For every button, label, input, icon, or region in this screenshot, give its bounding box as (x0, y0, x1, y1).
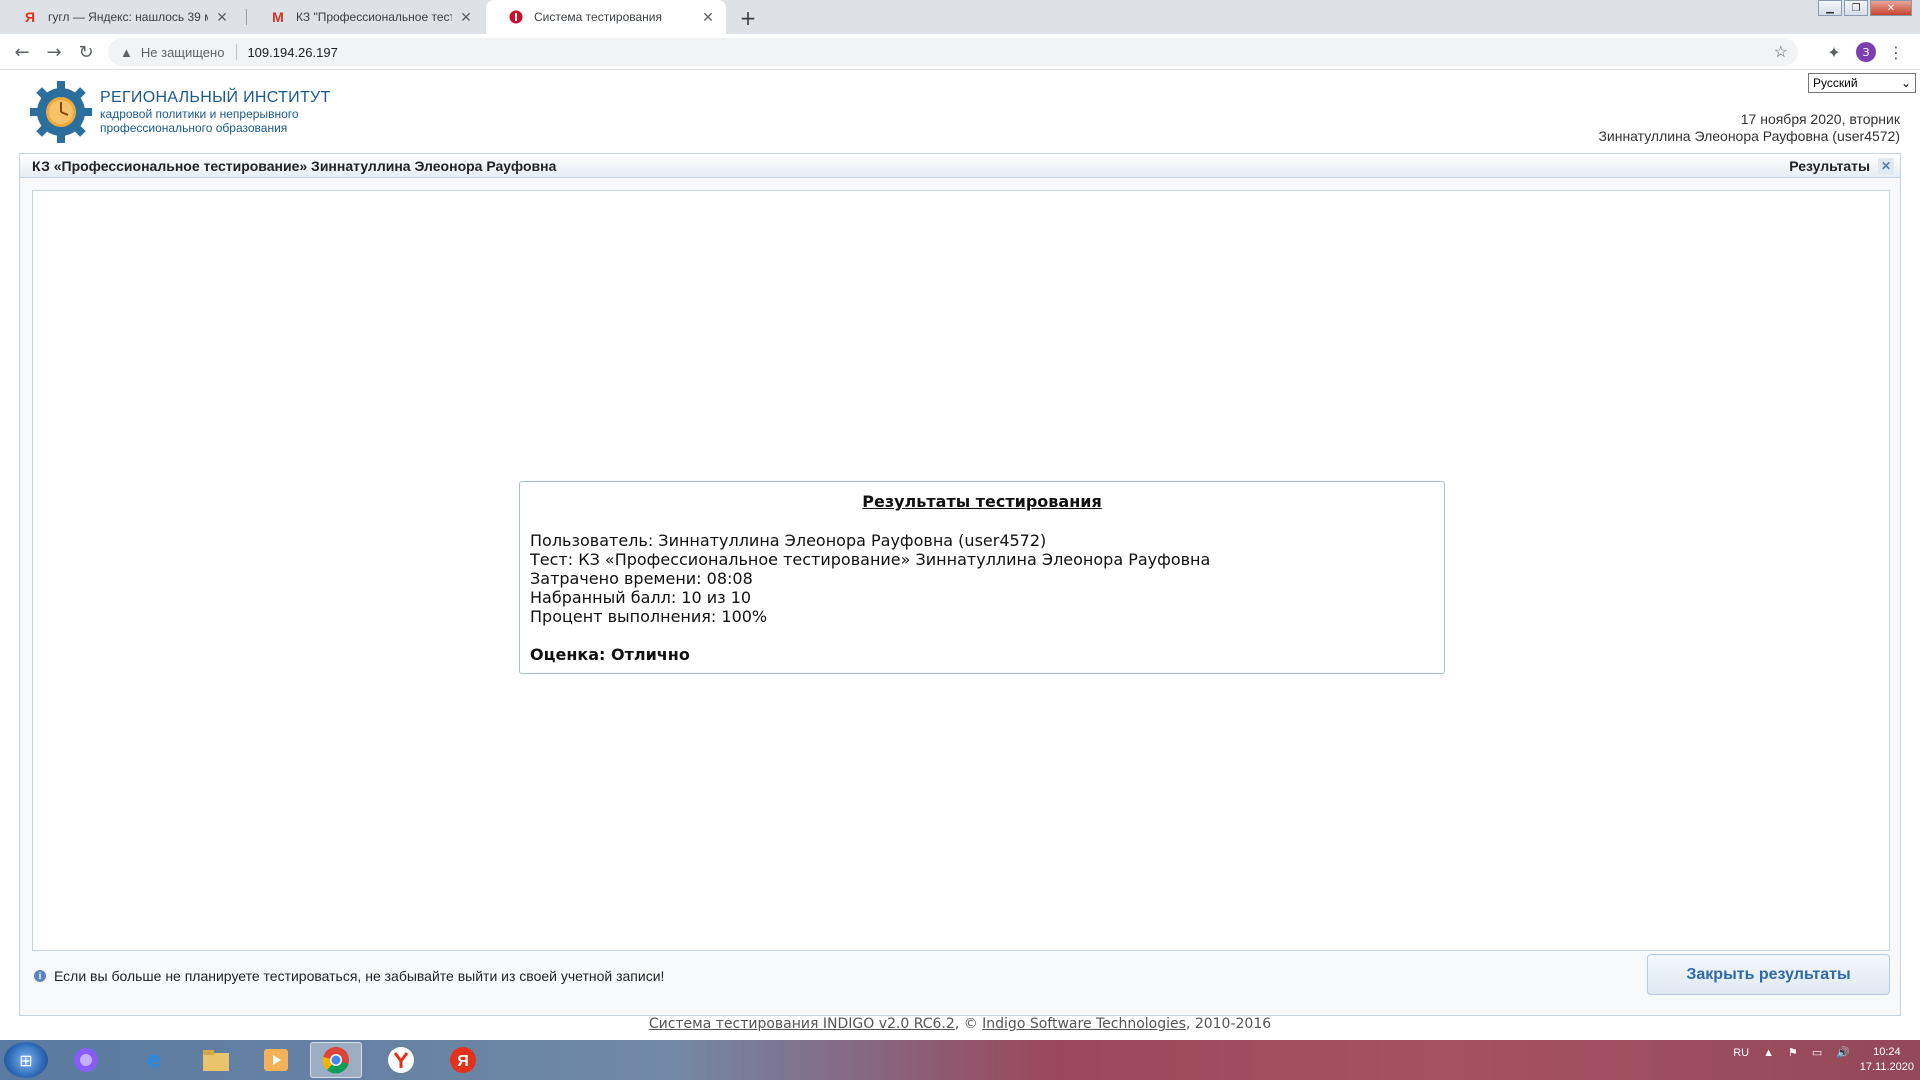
page-footer: Система тестирования INDIGO v2.0 RC6.2, … (0, 1016, 1920, 1032)
language-indicator[interactable]: RU (1733, 1047, 1749, 1059)
notice-text: Если вы больше не планируете тестировать… (54, 968, 665, 984)
results-box: Результаты тестирования Пользователь: Зи… (519, 481, 1445, 674)
clock-date: 17.11.2020 (1859, 1061, 1914, 1073)
url-text[interactable]: 109.194.26.197 (247, 45, 337, 60)
yandex-icon: Я (24, 9, 36, 25)
taskbar-clock[interactable]: 10:24 17.11.2020 (1860, 1045, 1914, 1075)
chrome-icon[interactable] (310, 1042, 362, 1078)
results-tab[interactable]: Результаты (1789, 158, 1870, 174)
gear-logo-icon (30, 81, 92, 143)
volume-icon[interactable]: 🔊 (1836, 1046, 1850, 1059)
tab-title: КЗ "Профессиональное тестиро (296, 10, 452, 24)
content-area: Результаты тестирования Пользователь: Зи… (32, 190, 1890, 951)
current-user: Зиннатуллина Элеонора Рауфовна (user4572… (1598, 128, 1900, 144)
start-button[interactable]: ⊞ (4, 1042, 48, 1078)
company-link[interactable]: Indigo Software Technologies (982, 1016, 1186, 1032)
clock-time: 10:24 (1873, 1046, 1901, 1058)
flag-icon[interactable]: ⚑ (1788, 1046, 1798, 1059)
institute-logo: РЕГИОНАЛЬНЫЙ ИНСТИТУТ кадровой политики … (28, 79, 331, 145)
windows-taskbar: ⊞ e Я RU ▲ ⚑ ▭ 🔊 10:24 17.11.2020 (0, 1040, 1920, 1080)
system-tray: RU ▲ ⚑ ▭ 🔊 (1733, 1046, 1850, 1060)
tab-title: Система тестирования (534, 10, 662, 24)
close-icon[interactable]: ✕ (700, 9, 716, 26)
testing-system-icon (508, 9, 524, 25)
back-button[interactable]: ← (10, 40, 34, 64)
browser-tab-bar: Я гугл — Яндекс: нашлось 39 млн ✕ M КЗ "… (0, 0, 1920, 34)
result-time: Затрачено времени: 08:08 (530, 569, 753, 588)
yandex-browser-icon[interactable] (375, 1042, 427, 1078)
close-icon[interactable]: ✕ (458, 9, 474, 26)
yandex-app-icon[interactable]: Я (437, 1042, 489, 1078)
network-icon[interactable]: ▭ (1812, 1046, 1822, 1059)
minimize-button[interactable]: ▁ (1818, 0, 1842, 16)
info-icon: i (34, 970, 46, 982)
close-icon[interactable]: ✕ (214, 9, 230, 26)
window-close-button[interactable]: ✕ (1870, 0, 1912, 16)
new-tab-button[interactable]: + (734, 4, 762, 32)
result-test: Тест: КЗ «Профессиональное тестирование»… (530, 550, 1211, 569)
extensions-icon[interactable]: ✦ (1822, 40, 1846, 64)
close-results-button[interactable]: Закрыть результаты (1647, 954, 1890, 995)
panel-header: КЗ «Профессиональное тестирование» Зинна… (20, 154, 1900, 178)
tab-divider (246, 9, 247, 25)
menu-dots-icon[interactable]: ⋮ (1884, 40, 1908, 64)
profile-avatar[interactable]: З (1856, 42, 1876, 62)
file-explorer-icon[interactable] (190, 1042, 242, 1078)
results-heading: Результаты тестирования (862, 492, 1102, 511)
logout-notice: i Если вы больше не планируете тестирова… (34, 968, 664, 984)
chevron-down-icon: ⌄ (1900, 76, 1911, 90)
forward-button[interactable]: → (42, 40, 66, 64)
copyright-years: , 2010-2016 (1185, 1016, 1272, 1032)
warning-icon[interactable]: ▲ (120, 45, 133, 60)
tray-arrow-icon[interactable]: ▲ (1763, 1047, 1774, 1059)
language-value: Русский (1813, 76, 1858, 90)
logo-line-2: кадровой политики и непрерывного (100, 107, 299, 121)
panel-title: КЗ «Профессиональное тестирование» Зинна… (32, 157, 557, 174)
maximize-button[interactable]: ❐ (1844, 0, 1868, 16)
test-panel: КЗ «Профессиональное тестирование» Зинна… (19, 153, 1901, 1016)
media-player-icon[interactable] (250, 1042, 302, 1078)
copyright-sep: , © (954, 1016, 983, 1032)
logo-line-3: профессионального образования (100, 121, 288, 135)
svg-text:Я: Я (457, 1053, 469, 1070)
gmail-icon: M (272, 9, 284, 25)
result-user: Пользователь: Зиннатуллина Элеонора Рауф… (530, 531, 1047, 550)
internet-explorer-icon[interactable]: e (128, 1042, 180, 1078)
security-label[interactable]: Не защищено (141, 45, 225, 60)
logo-line-1: РЕГИОНАЛЬНЫЙ ИНСТИТУТ (100, 89, 331, 106)
alice-app-icon[interactable] (60, 1042, 112, 1078)
current-date: 17 ноября 2020, вторник (1740, 111, 1900, 127)
language-select[interactable]: Русский ⌄ (1808, 73, 1916, 93)
tab-gmail[interactable]: M КЗ "Профессиональное тестиро ✕ (248, 0, 484, 34)
tab-title: гугл — Яндекс: нашлось 39 млн (48, 10, 208, 24)
tab-testing-system[interactable]: Система тестирования ✕ (486, 0, 726, 34)
browser-toolbar: ← → ↻ ▲ Не защищено 109.194.26.197 ☆ ✦ З… (0, 34, 1920, 70)
url-divider (236, 44, 238, 60)
result-grade: Оценка: Отлично (530, 645, 690, 664)
bookmark-star-icon[interactable]: ☆ (1774, 42, 1788, 62)
window-controls: ▁ ❐ ✕ (1816, 0, 1912, 16)
close-icon[interactable]: ✕ (1878, 157, 1894, 174)
reload-button[interactable]: ↻ (74, 40, 98, 64)
address-bar[interactable]: ▲ Не защищено 109.194.26.197 ☆ (108, 38, 1798, 66)
tab-yandex-search[interactable]: Я гугл — Яндекс: нашлось 39 млн ✕ (0, 0, 240, 34)
header-info: 17 ноября 2020, вторник Зиннатуллина Эле… (1598, 111, 1900, 145)
result-percent: Процент выполнения: 100% (530, 607, 768, 626)
logo-text: РЕГИОНАЛЬНЫЙ ИНСТИТУТ кадровой политики … (100, 89, 331, 135)
product-link[interactable]: Система тестирования INDIGO v2.0 RC6.2 (649, 1016, 955, 1032)
web-page: РЕГИОНАЛЬНЫЙ ИНСТИТУТ кадровой политики … (0, 71, 1920, 1039)
result-score: Набранный балл: 10 из 10 (530, 588, 752, 607)
